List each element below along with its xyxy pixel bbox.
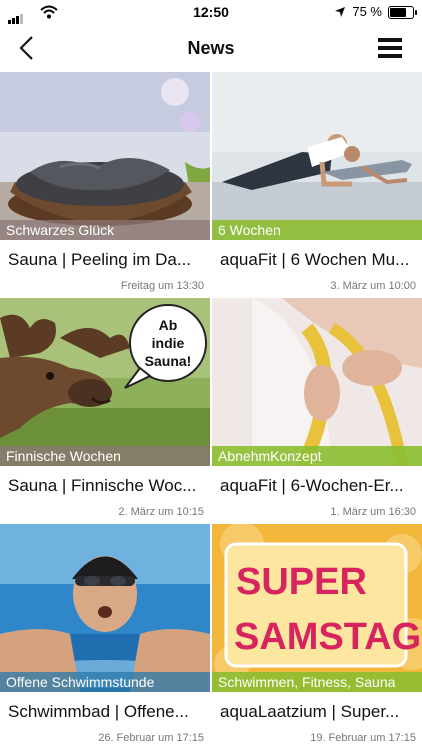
news-card[interactable]: Schwarzes Glück Sauna | Peeling im Da...… xyxy=(0,72,210,296)
card-image-plank-workout: 6 Wochen xyxy=(212,72,422,240)
card-tag: 6 Wochen xyxy=(212,220,422,240)
speech-bubble-line3: Sauna! xyxy=(145,353,192,369)
page-title: News xyxy=(187,38,235,58)
card-date: 3. März um 10:00 xyxy=(330,280,416,292)
battery-icon xyxy=(388,6,417,19)
poster-line1: SUPER xyxy=(236,561,367,603)
card-date: 1. März um 16:30 xyxy=(330,506,416,518)
speech-bubble-line1: Ab xyxy=(159,317,178,333)
card-title: Sauna | Finnische Woc... xyxy=(8,476,197,495)
card-image-measuring-tape: AbnehmKonzept xyxy=(212,298,422,466)
card-tag: Finnische Wochen xyxy=(0,446,210,466)
poster-line2: SAMSTAG xyxy=(234,616,421,658)
card-title: aquaFit | 6-Wochen-Er... xyxy=(220,476,404,495)
card-image-moose: Ab indie Sauna! Finnische Wochen xyxy=(0,298,210,466)
battery-percent: 75 % xyxy=(352,4,382,19)
card-image-mud-bowl: Schwarzes Glück xyxy=(0,72,210,240)
card-date: 26. Februar um 17:15 xyxy=(98,732,204,744)
card-tag: Schwimmen, Fitness, Sauna xyxy=(212,672,422,692)
card-image-swimmer: Offene Schwimmstunde xyxy=(0,524,210,692)
location-icon xyxy=(335,7,345,17)
menu-icon[interactable] xyxy=(378,38,402,58)
card-title: aquaFit | 6 Wochen Mu... xyxy=(220,250,410,269)
card-date: Freitag um 13:30 xyxy=(120,280,204,292)
status-bar: 12:50 75 % xyxy=(0,0,422,26)
navigation-bar: News xyxy=(0,26,422,70)
news-card[interactable]: Offene Schwimmstunde Schwimmbad | Offene… xyxy=(0,524,210,748)
news-card[interactable]: 6 Wochen aquaFit | 6 Wochen Mu... 3. Mär… xyxy=(212,72,422,296)
card-tag: AbnehmKonzept xyxy=(212,446,422,466)
speech-bubble-line2: indie xyxy=(152,335,185,351)
card-tag: Offene Schwimmstunde xyxy=(0,672,210,692)
card-title: Sauna | Peeling im Da... xyxy=(8,250,192,269)
card-date: 2. März um 10:15 xyxy=(118,506,204,518)
news-card[interactable]: Ab indie Sauna! Finnische Wochen Sauna |… xyxy=(0,298,210,522)
card-tag: Schwarzes Glück xyxy=(0,220,210,240)
card-date: 19. Februar um 17:15 xyxy=(310,732,416,744)
news-card[interactable]: SUPER SAMSTAG Schwimmen, Fitness, Sauna … xyxy=(212,524,422,748)
card-image-super-samstag-poster: SUPER SAMSTAG Schwimmen, Fitness, Sauna xyxy=(212,524,422,692)
news-card[interactable]: AbnehmKonzept aquaFit | 6-Wochen-Er... 1… xyxy=(212,298,422,522)
card-title: Schwimmbad | Offene... xyxy=(8,702,189,721)
card-title: aquaLaatzium | Super... xyxy=(220,702,400,721)
